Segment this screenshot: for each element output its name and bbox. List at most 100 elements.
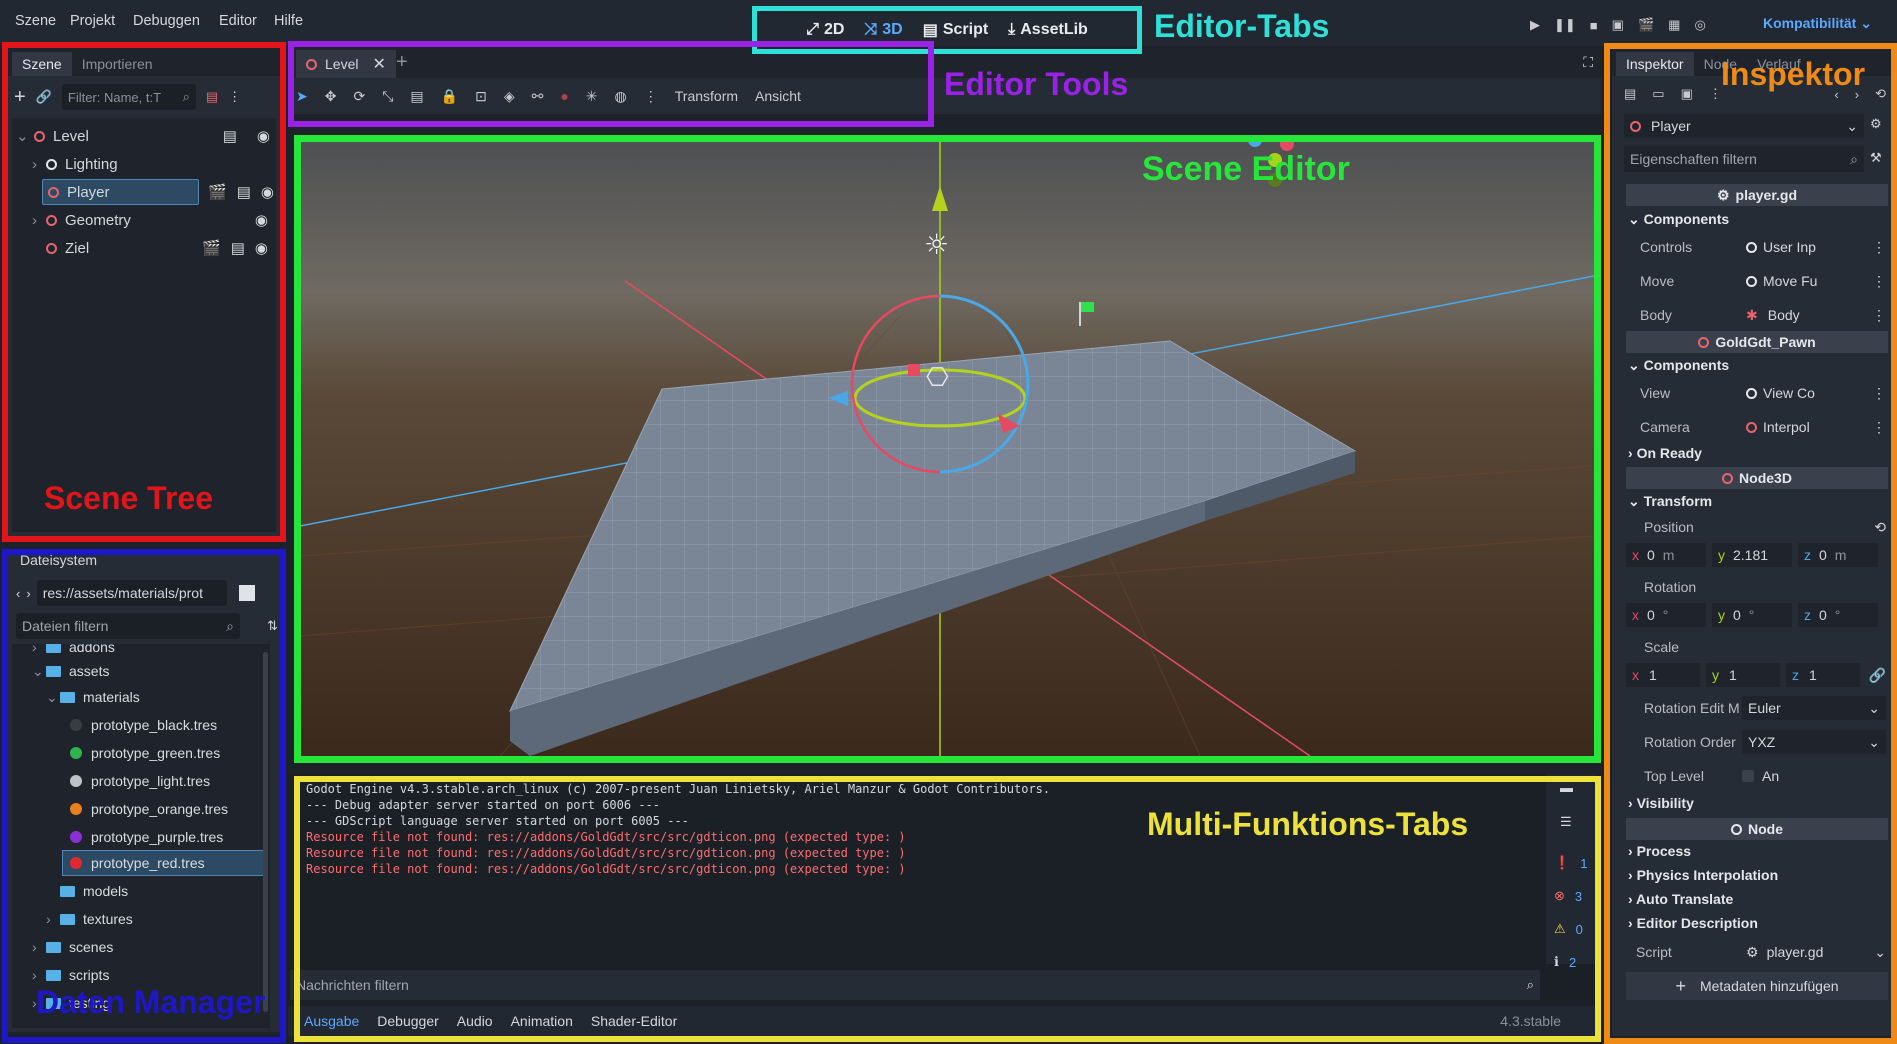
forward-icon[interactable]: ›: [26, 586, 30, 601]
scene-tab-level[interactable]: Level ✕: [296, 50, 396, 78]
more-icon[interactable]: ⋮: [644, 88, 658, 105]
more-icon[interactable]: ⋮: [228, 89, 241, 105]
visibility-icon[interactable]: ◉: [255, 239, 268, 257]
tab-2d[interactable]: ⤢ 2D: [806, 21, 844, 39]
prop-value[interactable]: Body: [1768, 307, 1800, 323]
lock-icon[interactable]: 🔒: [441, 88, 458, 105]
scrollbar[interactable]: [263, 652, 268, 1012]
group-icon[interactable]: ⊡: [475, 88, 487, 105]
more-icon[interactable]: ⋮: [1709, 86, 1722, 102]
count-log[interactable]: ❗ 1: [1554, 852, 1587, 874]
list-select-icon[interactable]: ▤: [410, 88, 423, 105]
tree-item-level[interactable]: ⌄ Level ▤ ◉: [16, 122, 274, 150]
bone-icon[interactable]: ⚯: [532, 88, 544, 105]
fs-item-file[interactable]: prototype_green.tres: [70, 740, 220, 766]
section-visibility[interactable]: › Visibility: [1628, 795, 1694, 811]
chevron-down-icon[interactable]: ⌄: [1874, 944, 1886, 961]
script-icon[interactable]: ▤: [231, 239, 245, 257]
count-errors[interactable]: ⊗ 3: [1554, 885, 1582, 907]
reset-icon[interactable]: ⟲: [1874, 519, 1886, 536]
axis-gizmo-x[interactable]: [1280, 137, 1294, 151]
new-resource-icon[interactable]: ▤: [1624, 86, 1636, 102]
prop-value[interactable]: Move Fu: [1763, 273, 1817, 289]
link-icon[interactable]: 🔗: [1869, 667, 1886, 684]
tab-ausgabe[interactable]: Ausgabe: [304, 1013, 359, 1029]
menu-debuggen[interactable]: Debuggen: [133, 13, 200, 29]
sun-icon[interactable]: ✳: [586, 88, 598, 105]
gizmo-plane-handle[interactable]: [908, 364, 920, 376]
play-icon[interactable]: ▶: [1530, 17, 1540, 33]
more-icon[interactable]: ⋮: [1872, 307, 1886, 324]
environment-icon[interactable]: ◍: [615, 88, 627, 105]
fs-item-materials[interactable]: ⌄ materials: [46, 684, 140, 710]
more-icon[interactable]: ⋮: [1872, 273, 1886, 290]
tree-item-ziel[interactable]: Ziel 🎬 ▤ ◉: [32, 234, 272, 262]
sort-icon[interactable]: ⇅: [267, 618, 278, 634]
link-icon[interactable]: 🔗: [36, 89, 52, 105]
prop-value[interactable]: User Inp: [1763, 239, 1816, 255]
tree-item-lighting[interactable]: › Lighting: [32, 150, 272, 178]
section-components[interactable]: ⌄ Components: [1628, 211, 1729, 228]
stop-icon[interactable]: ■: [1590, 18, 1598, 33]
fs-filter-input[interactable]: Dateien filtern ⌕: [16, 613, 240, 639]
fs-item-textures[interactable]: › textures: [46, 906, 133, 932]
prop-value[interactable]: View Co: [1763, 385, 1815, 401]
rotation-y-input[interactable]: y 0 °: [1712, 603, 1792, 627]
checkbox[interactable]: [1742, 770, 1754, 782]
fs-item-models[interactable]: models: [60, 878, 128, 904]
tab-audio[interactable]: Audio: [457, 1013, 493, 1029]
transform-menu[interactable]: Transform: [675, 88, 738, 104]
menu-szene[interactable]: Szene: [15, 13, 56, 29]
instance-icon[interactable]: 🎬: [208, 183, 227, 201]
rotation-x-input[interactable]: x 0 °: [1626, 603, 1706, 627]
section-process[interactable]: › Process: [1628, 843, 1691, 859]
scene-filter-input[interactable]: Filter: Name, t:T ⌕: [61, 84, 196, 110]
select-tool-icon[interactable]: ➤: [296, 88, 308, 105]
instance-icon[interactable]: 🎬: [202, 239, 221, 257]
scale-tool-icon[interactable]: ⤡: [382, 88, 393, 105]
fs-item-file[interactable]: prototype_black.tres: [70, 712, 217, 738]
move-tool-icon[interactable]: ✥: [325, 88, 337, 105]
remote-debug-icon[interactable]: ▣: [1612, 17, 1624, 33]
close-icon[interactable]: ✕: [372, 54, 385, 74]
tab-szene[interactable]: Szene: [12, 52, 72, 76]
save-icon[interactable]: ▣: [1681, 86, 1693, 102]
section-on-ready[interactable]: › On Ready: [1628, 445, 1702, 461]
section-transform[interactable]: ⌄ Transform: [1628, 493, 1712, 510]
tab-shader-editor[interactable]: Shader-Editor: [591, 1013, 677, 1029]
visibility-icon[interactable]: ◉: [255, 211, 268, 229]
visibility-icon[interactable]: ◉: [261, 183, 274, 201]
section-physics-interpolation[interactable]: › Physics Interpolation: [1628, 867, 1778, 883]
tab-inspektor[interactable]: Inspektor: [1616, 52, 1694, 76]
movie-maker-icon[interactable]: ◎: [1694, 17, 1705, 33]
section-editor-description[interactable]: › Editor Description: [1628, 915, 1758, 931]
scale-z-input[interactable]: z1: [1786, 663, 1860, 687]
fs-item-file[interactable]: prototype_orange.tres: [70, 796, 228, 822]
rotation-z-input[interactable]: z 0 °: [1798, 603, 1878, 627]
history-icon[interactable]: ⟲: [1875, 86, 1886, 102]
tab-debugger[interactable]: Debugger: [377, 1013, 439, 1029]
pause-icon[interactable]: ❚❚: [1554, 17, 1576, 33]
node-settings-icon[interactable]: ⚙: [1870, 116, 1882, 132]
position-z-input[interactable]: z0m: [1798, 543, 1878, 567]
log-filter-input[interactable]: Nachrichten filtern ⌕: [290, 970, 1540, 1000]
script-icon[interactable]: ▤: [237, 183, 251, 201]
fs-item-file[interactable]: prototype_light.tres: [70, 768, 210, 794]
count-warnings[interactable]: ⚠ 0: [1554, 918, 1583, 940]
tab-assetlib[interactable]: ⤓ AssetLib: [1008, 21, 1088, 39]
add-tab-icon[interactable]: +: [396, 51, 408, 74]
menu-projekt[interactable]: Projekt: [70, 13, 115, 29]
tab-3d[interactable]: ⤨ 3D: [864, 21, 902, 39]
tab-animation[interactable]: Animation: [511, 1013, 573, 1029]
fs-item-assets[interactable]: ⌄ assets: [32, 658, 109, 684]
camera-preview-icon[interactable]: ●: [560, 88, 568, 104]
scale-x-input[interactable]: x1: [1626, 663, 1700, 687]
open-icon[interactable]: ▭: [1652, 86, 1664, 102]
visibility-icon[interactable]: ◉: [257, 127, 270, 145]
position-x-input[interactable]: x0m: [1626, 543, 1706, 567]
position-y-input[interactable]: y 2.181: [1712, 543, 1792, 567]
filter-icon[interactable]: ☰: [1560, 814, 1572, 830]
script-value[interactable]: player.gd: [1767, 944, 1824, 960]
count-info[interactable]: ℹ2: [1554, 951, 1576, 973]
run-scene-icon[interactable]: 🎬: [1638, 17, 1654, 33]
